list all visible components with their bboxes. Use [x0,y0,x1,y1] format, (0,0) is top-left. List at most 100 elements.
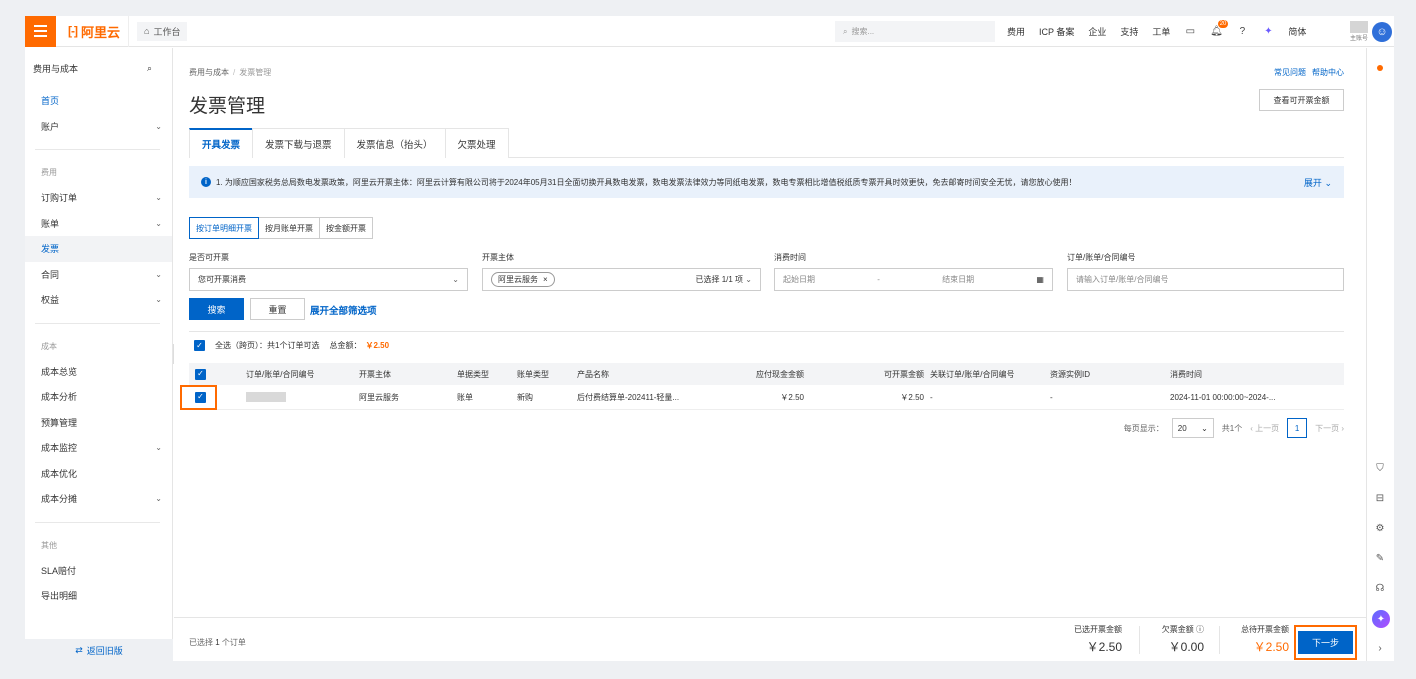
sidebar-search-icon[interactable]: ⌕ [147,63,152,74]
tab-owed-invoice[interactable]: 欠票处理 [444,128,509,158]
sidebar-item-contract[interactable]: 合同 ⌄ [25,262,172,288]
next-page-button[interactable]: 下一页 › [1315,423,1344,434]
sidebar-item-cost-monitor[interactable]: 成本监控 ⌄ [25,435,172,461]
billing-icon[interactable]: ⊟ [1373,491,1387,505]
sidebar-item-label: 导出明细 [41,591,78,602]
sidebar-item-cost-overview[interactable]: 成本总览 [25,359,172,385]
sidebar-item-export[interactable]: 导出明细 [25,583,172,609]
chevron-down-icon: ⌄ [1201,423,1208,433]
prev-page-button[interactable]: ‹ 上一页 [1250,423,1279,434]
sidebar-item-budget[interactable]: 预算管理 [25,410,172,436]
col-invoiceable: 可开票金额 [884,369,924,379]
ai-assistant-float-icon[interactable]: ✦ [1372,610,1390,628]
ai-assistant-icon[interactable]: ✦ [1262,26,1274,38]
divider [1219,626,1220,654]
terminal-icon[interactable]: ▭ [1184,26,1196,38]
divider [35,322,160,324]
tab-issue-invoice[interactable]: 开具发票 [189,128,254,158]
sidebar-item-label: 预算管理 [41,417,78,428]
nav-icp[interactable]: ICP 备案 [1039,25,1074,38]
header-checkbox[interactable]: ✓ [195,368,206,380]
top-nav: 费用 ICP 备案 企业 支持 工单 ▭ 🔔︎ 20 ? ✦ 简体 [1007,16,1306,47]
sidebar-item-sla[interactable]: SLA赔付 [25,558,172,584]
help-circle-icon[interactable]: ⓘ [1196,625,1204,634]
date-range-picker[interactable]: 起始日期 - 结束日期 ▦ [774,268,1053,291]
start-date-input[interactable]: 起始日期 [783,274,815,285]
chevron-down-icon: ⌄ [155,494,162,504]
tab-download-refund[interactable]: 发票下载与退票 [252,128,345,158]
expand-filters-link[interactable]: 展开全部筛选项 [310,303,377,317]
chevron-down-icon: ⌄ [155,121,162,131]
sidebar-item-invoice[interactable]: 发票 [25,236,172,262]
page-1-button[interactable]: 1 [1287,418,1308,438]
can-invoice-select[interactable]: 您可开票消费 ⌄ [189,268,468,291]
sidebar-group-cost: 成本 [41,341,57,351]
expand-label: 展开 [1303,177,1322,188]
headset-icon[interactable]: ☊ [1373,581,1387,595]
sidebar-item-cost-optimize[interactable]: 成本优化 [25,461,172,487]
nav-enterprise[interactable]: 企业 [1088,25,1106,38]
notification-dot-icon[interactable] [1377,65,1383,71]
account-name-redacted [1350,21,1368,33]
search-icon: ⌕ [843,26,848,36]
prev-label: 上一页 [1255,423,1280,433]
cell-doc-type: 账单 [457,392,473,402]
language-switch[interactable]: 简体 [1288,25,1306,38]
end-date-input[interactable]: 结束日期 [942,274,974,285]
back-to-old-version-link[interactable]: ⇄ 返回旧版 [25,639,173,661]
bell-icon[interactable]: 🔔︎ 20 [1210,19,1229,38]
nav-ticket[interactable]: 工单 [1152,25,1170,38]
edit-icon[interactable]: ✎ [1373,551,1387,565]
mode-by-order-detail[interactable]: 按订单明细开票 [189,217,259,239]
table-row[interactable]: ✓ 阿里云服务 账单 新购 后付费结算单-202411-轻量... ￥2.50 … [180,385,1344,410]
close-icon[interactable]: × [543,275,548,284]
reset-button[interactable]: 重置 [250,298,305,320]
breadcrumb: 费用与成本 / 发票管理 [189,68,272,77]
notification-badge: 20 [1217,19,1229,28]
chevron-down-icon: ⌄ [452,275,459,284]
mode-by-amount[interactable]: 按金额开票 [319,217,373,239]
date-separator: - [877,275,880,284]
sidebar-item-benefits[interactable]: 权益 ⌄ [25,287,172,313]
entity-select[interactable]: 阿里云服务 × 已选择 1/1 项 ⌄ [482,268,761,291]
sidebar-item-label: 成本监控 [41,443,78,454]
help-icon[interactable]: ? [1236,26,1248,38]
account-menu[interactable]: 主账号 ☺ [1342,16,1394,47]
sidebar-item-cost-analysis[interactable]: 成本分析 [25,384,172,410]
view-invoiceable-amount-button[interactable]: 查看可开票金额 [1259,89,1344,111]
next-step-button[interactable]: 下一步 [1298,631,1353,654]
user-avatar-icon[interactable]: ☺ [1372,21,1392,42]
tab-invoice-info[interactable]: 发票信息（抬头） [343,128,446,158]
total-amount-value: ￥2.50 [365,341,390,350]
divider [1139,626,1140,654]
breadcrumb-item[interactable]: 费用与成本 [189,68,229,77]
sidebar-item-home[interactable]: 首页 [25,88,172,114]
help-center-link[interactable]: 帮助中心 [1312,67,1344,78]
settings-gear-icon[interactable]: ⚙ [1373,521,1387,535]
workbench-button[interactable]: ⌂ 工作台 [137,21,188,41]
select-all-checkbox[interactable]: ✓ [194,340,205,351]
sidebar-item-bills[interactable]: 账单 ⌄ [25,211,172,237]
sidebar-item-account[interactable]: 账户 ⌄ [25,114,172,140]
notice-banner: i 1. 为顺应国家税务总局数电发票政策，阿里云开票主体：阿里云计算有限公司将于… [189,166,1344,198]
global-search-input[interactable]: ⌕ 搜索... [835,21,995,42]
entity-tag[interactable]: 阿里云服务 × [491,272,555,287]
search-button[interactable]: 搜索 [189,298,244,320]
page-size-select[interactable]: 20 ⌄ [1171,418,1214,438]
account-type: 主账号 [1349,36,1368,42]
table-header: ✓ 订单/账单/合同编号 开票主体 单据类型 账单类型 产品名称 应付现金金额 … [189,363,1344,385]
order-number-input[interactable]: 请输入订单/账单/合同编号 [1067,268,1344,291]
aliyun-logo[interactable]: [-] 阿里云 [56,16,130,47]
mode-by-monthly-bill[interactable]: 按月账单开票 [258,217,320,239]
faq-link[interactable]: 常见问题 [1274,67,1306,78]
chevron-right-icon[interactable]: › [1373,641,1387,655]
sidebar-item-cost-allocation[interactable]: 成本分摊 ⌄ [25,486,172,512]
nav-fees[interactable]: 费用 [1007,25,1025,38]
nav-support[interactable]: 支持 [1120,25,1138,38]
sidebar-item-orders[interactable]: 订购订单 ⌄ [25,185,172,211]
cart-icon[interactable]: ⛉ [1373,461,1387,475]
invoice-mode-group: 按订单明细开票 按月账单开票 按金额开票 [189,217,373,239]
notice-expand-link[interactable]: 展开 ⌄ [1304,176,1332,189]
col-order-number: 订单/账单/合同编号 [246,369,315,379]
hamburger-menu-icon[interactable] [25,16,56,47]
